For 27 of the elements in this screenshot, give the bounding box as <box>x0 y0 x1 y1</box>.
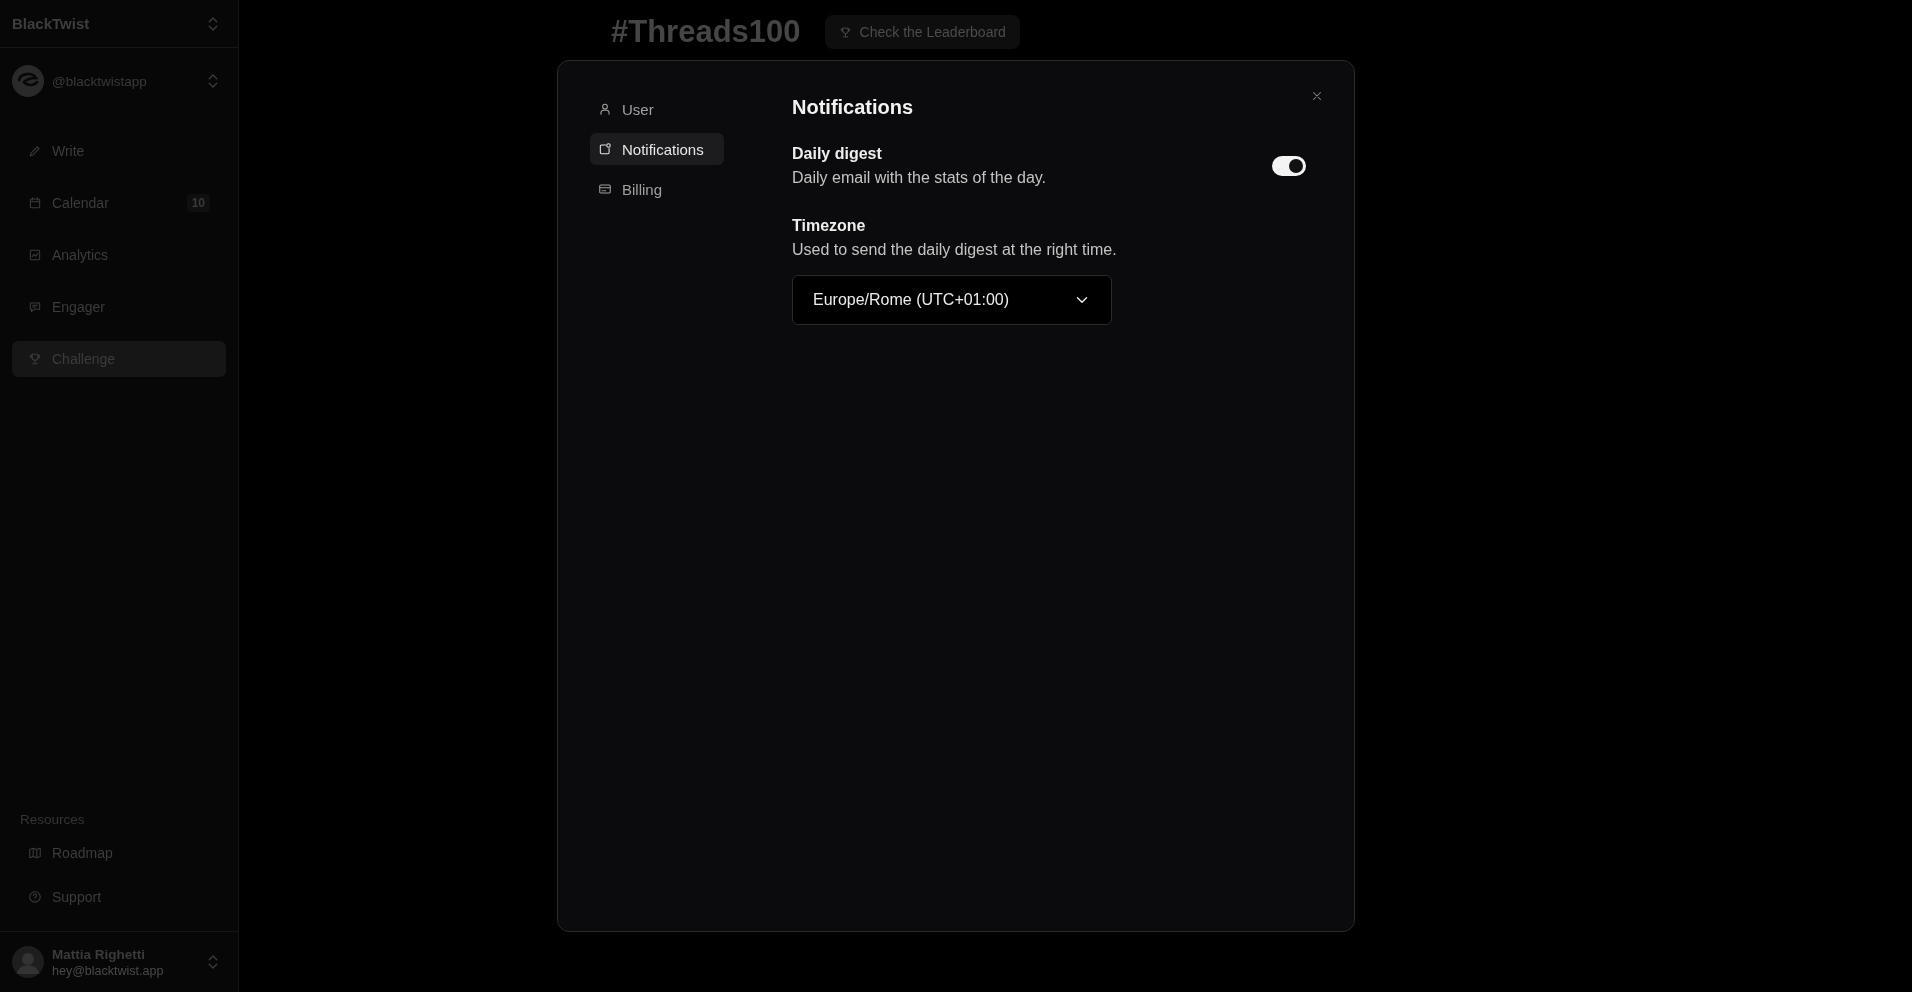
notification-icon <box>598 142 612 156</box>
chart-icon <box>28 248 42 262</box>
setting-label: Timezone <box>792 217 867 235</box>
trophy-icon <box>28 352 42 366</box>
close-icon <box>1310 89 1324 103</box>
account-logo <box>12 65 44 97</box>
pencil-icon <box>28 144 42 158</box>
avatar <box>12 946 44 978</box>
user-email: hey@blacktwist.app <box>52 963 165 978</box>
settings-tab[interactable]: Billing <box>590 173 724 205</box>
toggle-switch[interactable] <box>1272 156 1306 176</box>
settings-tab[interactable]: User <box>590 93 724 125</box>
user-icon <box>598 102 612 116</box>
setting-description: Daily email with the stats of the day. <box>792 169 1047 187</box>
section-title: Notifications <box>792 96 915 119</box>
message-icon <box>28 300 42 314</box>
calendar-icon <box>28 196 42 210</box>
card-icon <box>598 182 612 196</box>
trophy-icon <box>838 25 852 39</box>
setting-label: Daily digest <box>792 145 883 163</box>
leaderboard-button[interactable]: Check the Leaderboard <box>824 15 1020 49</box>
help-icon <box>28 890 42 904</box>
timezone-dropdown[interactable]: Europe/Rome (UTC+01:00) <box>792 275 1112 325</box>
settings-tab[interactable]: Notifications <box>590 133 724 165</box>
setting-description: Used to send the daily digest at the right time. <box>792 241 1118 259</box>
map-icon <box>28 846 42 860</box>
page-title: #Threads100 <box>611 14 801 50</box>
